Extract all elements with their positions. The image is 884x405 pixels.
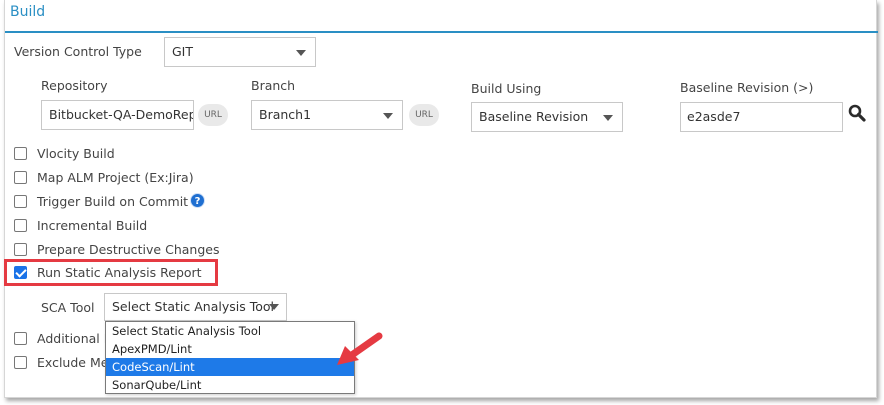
chevron-down-icon [269, 304, 279, 310]
version-control-label: Version Control Type [14, 44, 142, 59]
map-alm-project-label: Map ALM Project (Ex:Jira) [37, 170, 194, 185]
prepare-destructive-changes-label: Prepare Destructive Changes [37, 242, 220, 257]
checkbox-box[interactable] [14, 171, 27, 184]
repository-value: Bitbucket-QA-DemoRep [49, 107, 194, 122]
branch-select[interactable]: Branch1 [251, 100, 403, 130]
section-title: Build [10, 4, 46, 20]
dropdown-option[interactable]: ApexPMD/Lint [106, 340, 354, 358]
baseline-revision-input[interactable]: e2asde7 [680, 102, 843, 132]
section-divider [5, 31, 878, 33]
repository-label: Repository [41, 78, 108, 93]
vlocity-build-label: Vlocity Build [37, 146, 115, 161]
chevron-down-icon [603, 115, 613, 121]
sca-tool-label: SCA Tool [41, 300, 95, 315]
dropdown-option[interactable]: Select Static Analysis Tool [106, 322, 354, 340]
build-using-label: Build Using [471, 81, 542, 96]
incremental-build-label: Incremental Build [37, 218, 148, 233]
repository-url-button[interactable]: URL [198, 104, 228, 126]
checkbox-box[interactable] [14, 219, 27, 232]
additional-label: Additional F [37, 331, 111, 346]
help-icon[interactable]: ? [190, 193, 205, 208]
baseline-revision-label: Baseline Revision (>) [680, 80, 814, 95]
repository-select[interactable]: Bitbucket-QA-DemoRep [41, 100, 194, 130]
checkbox-box[interactable] [14, 195, 27, 208]
annotation-highlight-box [4, 259, 218, 286]
dropdown-option[interactable]: SonarQube/Lint [106, 376, 354, 394]
sca-tool-select[interactable]: Select Static Analysis Tool [104, 293, 287, 321]
checkbox-box[interactable] [14, 243, 27, 256]
branch-label: Branch [251, 78, 296, 93]
build-using-value: Baseline Revision [479, 109, 589, 124]
branch-value: Branch1 [259, 107, 312, 122]
branch-url-button[interactable]: URL [409, 104, 439, 126]
annotation-arrow-icon [337, 332, 383, 365]
chevron-down-icon [296, 50, 306, 56]
dropdown-option-highlighted[interactable]: CodeScan/Lint [106, 358, 354, 376]
chevron-down-icon [383, 113, 393, 119]
sca-tool-dropdown-list[interactable]: Select Static Analysis Tool ApexPMD/Lint… [105, 321, 355, 394]
trigger-build-on-commit-label: Trigger Build on Commit [37, 194, 189, 209]
version-control-select[interactable]: GIT [164, 37, 316, 67]
search-icon[interactable] [848, 104, 866, 122]
exclude-label: Exclude Me [37, 355, 109, 370]
version-control-value: GIT [172, 44, 194, 59]
checkbox-box[interactable] [14, 356, 27, 369]
sca-tool-value: Select Static Analysis Tool [112, 299, 275, 314]
checkbox-box[interactable] [14, 332, 27, 345]
build-using-select[interactable]: Baseline Revision [471, 102, 623, 132]
checkbox-box[interactable] [14, 147, 27, 160]
